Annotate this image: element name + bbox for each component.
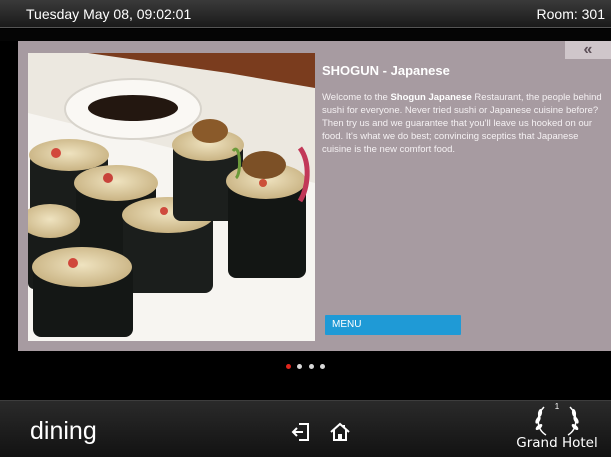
menu-button[interactable]: MENU — [325, 315, 461, 335]
home-icon[interactable] — [329, 421, 351, 443]
room-number: Room: 301 — [536, 6, 605, 22]
description-bold-name: Shogun Japanese — [390, 92, 472, 103]
restaurant-description: Welcome to the Shogun Japanese Restauran… — [322, 91, 604, 156]
grand-hotel-logo: 1 Grand Hotel — [508, 402, 606, 455]
footer-bar: dining 1 Grand Hotel — [0, 400, 611, 457]
sushi-photo — [28, 53, 315, 341]
page-indicator — [0, 356, 611, 369]
description-prefix: Welcome to the — [322, 92, 391, 103]
logout-icon[interactable] — [290, 421, 312, 443]
status-bar: Tuesday May 08, 09:02:01 Room: 301 — [0, 0, 611, 28]
header-divider — [0, 29, 611, 41]
laurel-wreath-icon — [535, 406, 579, 436]
page-dot-3[interactable] — [308, 364, 314, 369]
restaurant-panel: « SHOGUN - Japanese Welcome to the Shogu… — [18, 41, 611, 351]
sushi-photo-image — [28, 53, 315, 341]
page-dot-1[interactable] — [285, 364, 291, 369]
section-title: dining — [30, 417, 97, 445]
datetime-display: Tuesday May 08, 09:02:01 — [26, 6, 192, 22]
page-dot-2[interactable] — [297, 364, 303, 369]
page-dot-4[interactable] — [320, 364, 326, 369]
logo-text: Grand Hotel — [516, 435, 598, 451]
restaurant-title: SHOGUN - Japanese — [322, 63, 450, 78]
collapse-panel-button[interactable]: « — [565, 41, 611, 59]
